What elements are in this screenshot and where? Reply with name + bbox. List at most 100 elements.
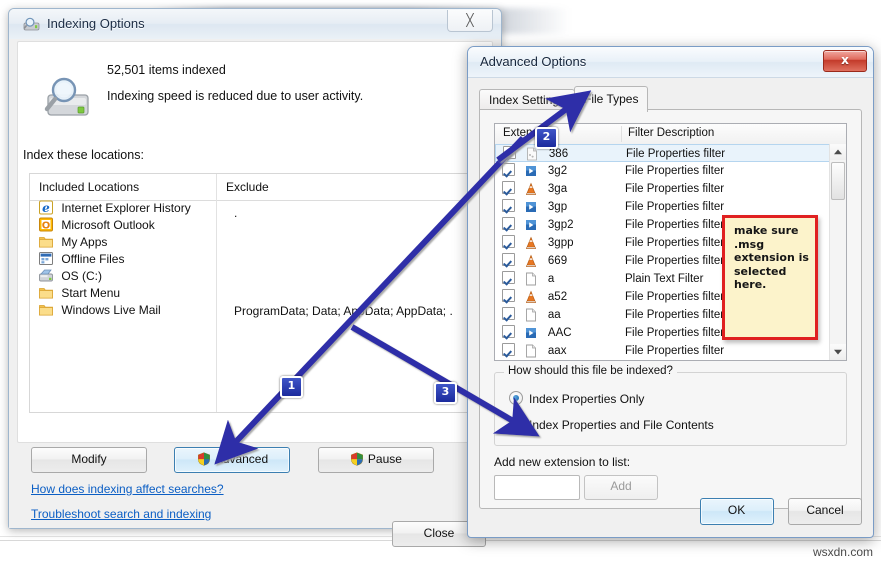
row-checkbox[interactable] [502, 217, 515, 230]
add-extension-button[interactable]: Add [584, 475, 658, 500]
link-indexing-affect-searches[interactable]: How does indexing affect searches? [31, 482, 224, 496]
list-item[interactable]: e Internet Explorer History [30, 200, 216, 217]
add-button-label: Add [610, 479, 632, 493]
filter-description: File Properties filter [625, 165, 725, 177]
filter-description: File Properties filter [625, 345, 725, 357]
vlc-cone-icon [526, 254, 537, 267]
column-header-included-locations: Included Locations [39, 180, 140, 194]
cancel-button-label: Cancel [806, 503, 844, 517]
list-item-label: My Apps [61, 235, 108, 249]
cancel-button[interactable]: Cancel [788, 498, 862, 525]
ok-button[interactable]: OK [699, 498, 774, 525]
extension-label: a52 [547, 291, 568, 303]
row-checkbox[interactable] [502, 271, 515, 284]
tab-index-settings[interactable]: Index Settings [479, 89, 576, 111]
advanced-button[interactable]: Advanced [174, 447, 291, 473]
indexing-options-titlebar: Indexing Options ╳ [9, 9, 501, 40]
list-item[interactable]: Offline Files [30, 251, 216, 268]
list-item[interactable]: Windows Live Mail [30, 302, 216, 319]
row-checkbox[interactable] [502, 307, 515, 320]
extension-label: a [547, 273, 555, 285]
list-item-label: Windows Live Mail [61, 303, 161, 317]
pause-button-label: Pause [367, 452, 402, 466]
extension-label: AAC [547, 327, 572, 339]
radio-index-properties-only[interactable]: Index Properties Only [509, 391, 644, 406]
indexing-options-icon [23, 17, 40, 31]
listview-scrollbar[interactable] [829, 144, 846, 360]
row-checkbox[interactable] [502, 199, 515, 212]
extension-label: aa [547, 309, 561, 321]
chevron-down-icon [834, 349, 842, 355]
indexing-options-close-button[interactable]: ╳ [447, 10, 493, 32]
row-checkbox[interactable] [502, 253, 515, 266]
extension-label: 669 [547, 255, 568, 267]
folder-icon [39, 305, 53, 316]
locations-list[interactable]: e Internet Explorer History O Microsoft … [30, 200, 216, 412]
search-drive-icon [44, 77, 89, 116]
close-icon: ╳ [466, 13, 474, 27]
vlc-cone-icon [526, 290, 537, 303]
list-item-label: OS (C:) [61, 269, 103, 283]
table-row[interactable]: 3gp File Properties filter [495, 198, 830, 216]
radio-indicator [509, 391, 523, 405]
extension-label: 3gp [547, 201, 568, 213]
advanced-options-titlebar: Advanced Options x [468, 47, 873, 78]
radio-label: Index Properties and File Contents [529, 418, 714, 432]
radio-index-properties-and-contents[interactable]: Index Properties and File Contents [509, 417, 714, 432]
table-row[interactable]: 3g2 File Properties filter [495, 162, 830, 180]
row-checkbox[interactable] [502, 325, 515, 338]
filter-description: File Properties filter [625, 255, 725, 267]
scroll-up-button[interactable] [830, 144, 846, 160]
filter-description: File Properties filter [625, 309, 725, 321]
index-locations-label: Index these locations: [23, 148, 144, 162]
filter-description: Plain Text Filter [625, 273, 704, 285]
locations-header: Included Locations Exclude [30, 174, 468, 201]
svg-text:e: e [42, 201, 50, 215]
indexing-options-title: Indexing Options [47, 16, 145, 31]
column-header-filter-description[interactable]: Filter Description [628, 127, 714, 139]
exclude-values: ProgramData; Data; AppData; AppData; . [234, 304, 453, 318]
list-item[interactable]: Start Menu [30, 285, 216, 302]
folder-icon [39, 237, 53, 248]
row-checkbox[interactable] [502, 343, 515, 356]
row-checkbox[interactable] [502, 235, 515, 248]
link-troubleshoot-search[interactable]: Troubleshoot search and indexing [31, 507, 211, 521]
radio-label: Index Properties Only [529, 392, 645, 406]
vlc-cone-icon [526, 182, 537, 195]
list-item[interactable]: My Apps [30, 234, 216, 251]
screenshot-root: Indexing Options ╳ 52,501 items indexed … [0, 0, 881, 563]
tab-file-types[interactable]: File Types [574, 86, 649, 112]
table-row[interactable]: 3ga File Properties filter [495, 180, 830, 198]
list-item[interactable]: O Microsoft Outlook [30, 217, 216, 234]
list-item-label: Internet Explorer History [61, 201, 191, 215]
how-indexed-legend: How should this file be indexed? [504, 365, 677, 377]
row-checkbox[interactable] [503, 146, 516, 159]
internet-explorer-icon: e [39, 200, 53, 215]
list-item-label: Start Menu [61, 286, 121, 300]
row-checkbox[interactable] [502, 181, 515, 194]
filter-description: File Properties filter [625, 237, 725, 249]
add-extension-input[interactable] [494, 475, 580, 500]
scroll-down-button[interactable] [830, 344, 846, 360]
row-checkbox[interactable] [502, 163, 515, 176]
row-checkbox[interactable] [502, 289, 515, 302]
advanced-options-close-button[interactable]: x [823, 50, 867, 72]
header-divider [621, 126, 622, 142]
filter-description: File Properties filter [626, 148, 726, 160]
filter-description: File Properties filter [625, 201, 725, 213]
scrollbar-thumb[interactable] [831, 162, 845, 200]
add-extension-label: Add new extension to list: [494, 455, 631, 469]
tab-label: Index Settings [489, 93, 566, 107]
column-header-exclude: Exclude [226, 180, 269, 194]
extension-label: 3ga [547, 183, 568, 195]
vlc-cone-icon [526, 236, 537, 249]
items-indexed-status: 52,501 items indexed [107, 63, 226, 77]
list-item-label: Offline Files [61, 252, 125, 266]
modify-button[interactable]: Modify [31, 447, 147, 473]
table-row[interactable]: aax File Properties filter [495, 342, 830, 360]
uac-shield-icon [350, 452, 363, 466]
pause-button[interactable]: Pause [317, 447, 434, 473]
tab-label: File Types [584, 92, 639, 106]
list-item[interactable]: OS (C:) [30, 268, 216, 285]
extension-label: 3gp2 [547, 219, 574, 231]
